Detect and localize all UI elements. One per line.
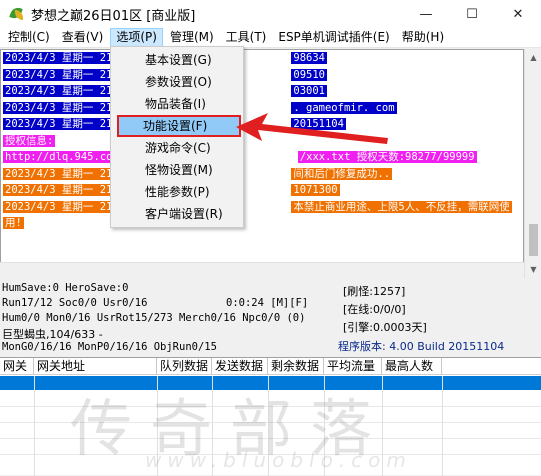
status-run: Run17/12 Soc0/0 Usr0/16 bbox=[2, 297, 148, 309]
menu-tools[interactable]: 工具(T) bbox=[221, 28, 272, 47]
log-line: 2023/4/3 星期一 21 09510 bbox=[1, 67, 523, 84]
table-header: 网关 网关地址 队列数据 发送数据 剩余数据 平均流量 最高人数 bbox=[0, 358, 541, 375]
log-line: 2023/4/3 星期一 21 1071300 bbox=[1, 182, 523, 199]
column-header[interactable]: 最高人数 bbox=[382, 358, 442, 375]
column-divider bbox=[157, 376, 158, 476]
scroll-thumb[interactable] bbox=[529, 224, 538, 256]
menu-item-parameter-settings[interactable]: 参数设置(O) bbox=[111, 71, 243, 93]
menu-view[interactable]: 查看(V) bbox=[57, 28, 109, 47]
column-divider bbox=[324, 376, 325, 476]
status-timer: 0:0:24 [M][F] bbox=[226, 297, 309, 309]
status-hum-save: HumSave:0 HeroSave:0 bbox=[2, 282, 129, 294]
log-line: 2023/4/3 星期一 21 98634 bbox=[1, 50, 523, 67]
menu-control[interactable]: 控制(C) bbox=[3, 28, 55, 47]
log-line-text: 2023/4/3 星期一 21 bbox=[3, 200, 115, 213]
status-monster: 巨型蝎虫,104/633 - bbox=[2, 328, 103, 341]
column-header[interactable]: 网关 bbox=[0, 358, 34, 375]
table-row-selected[interactable] bbox=[0, 376, 541, 390]
column-divider bbox=[442, 376, 443, 476]
menu-item-function-settings[interactable]: 功能设置(F) bbox=[117, 115, 241, 137]
log-line-text: http://dlq.945.com bbox=[3, 151, 121, 163]
menu-options[interactable]: 选项(P) bbox=[110, 28, 163, 47]
log-line-tail: . gameofmir. com bbox=[291, 101, 397, 114]
log-line-tail: 03001 bbox=[291, 85, 327, 97]
column-header[interactable]: 平均流量 bbox=[324, 358, 382, 375]
log-line: 2023/4/3 星期一 21 . gameofmir. com bbox=[1, 100, 523, 117]
column-header[interactable]: 剩余数据 bbox=[268, 358, 324, 375]
column-divider bbox=[382, 376, 383, 476]
log-vertical-scrollbar[interactable]: ▲ ▼ bbox=[524, 49, 541, 278]
status-engine: [引擎:0.0003天] bbox=[343, 321, 427, 334]
log-line-tail: 间和后门修复成功.. bbox=[291, 167, 393, 180]
log-horizontal-scrollbar[interactable] bbox=[0, 262, 524, 278]
log-line-text: 2023/4/3 星期一 21 bbox=[3, 167, 115, 180]
maximize-button[interactable]: ☐ bbox=[449, 0, 495, 28]
menu-item-client-settings[interactable]: 客户端设置(R) bbox=[111, 203, 243, 225]
log-line-tail: 1071300 bbox=[291, 184, 340, 196]
log-line-text: 2023/4/3 星期一 21 bbox=[3, 184, 115, 196]
menu-manage[interactable]: 管理(M) bbox=[165, 28, 219, 47]
log-line-text: 授权信息: bbox=[3, 134, 56, 147]
log-line-text: 用! bbox=[3, 217, 24, 229]
log-line-tail: /xxx.txt 授权天数:98277/99999 bbox=[297, 151, 477, 163]
log-line: 授权信息: bbox=[1, 133, 523, 150]
log-line-text: 2023/4/3 星期一 21 bbox=[3, 68, 115, 81]
menu-help[interactable]: 帮助(H) bbox=[397, 28, 449, 47]
column-header[interactable]: 队列数据 bbox=[157, 358, 212, 375]
log-line: 2023/4/3 星期一 21 03001 bbox=[1, 83, 523, 100]
log-line: 2023/4/3 星期一 21 间和后门修复成功.. bbox=[1, 166, 523, 183]
menu-item-game-commands[interactable]: 游戏命令(C) bbox=[111, 137, 243, 159]
options-dropdown-menu: 基本设置(G) 参数设置(O) 物品装备(I) 功能设置(F) 游戏命令(C) … bbox=[110, 46, 244, 228]
column-divider bbox=[212, 376, 213, 476]
menu-esp-plugin[interactable]: ESP单机调试插件(E) bbox=[273, 28, 394, 47]
status-online: [在线:0/0/0] bbox=[343, 303, 406, 316]
status-panel: HumSave:0 HeroSave:0 Run17/12 Soc0/0 Usr… bbox=[0, 280, 541, 356]
log-line: 2023/4/3 星期一 21 本禁止商业用途、上限5人、不反挂，需联网使 bbox=[1, 199, 523, 216]
log-line-text: 2023/4/3 星期一 21 bbox=[3, 118, 115, 130]
menu-item-basic-settings[interactable]: 基本设置(G) bbox=[111, 49, 243, 71]
window-title: 梦想之巅26日01区 [商业版] bbox=[31, 8, 196, 24]
column-divider bbox=[34, 376, 35, 476]
log-line-tail: 本禁止商业用途、上限5人、不反挂，需联网使 bbox=[291, 200, 512, 213]
column-divider bbox=[268, 376, 269, 476]
row-divider bbox=[0, 422, 541, 423]
title-bar[interactable]: 梦想之巅26日01区 [商业版] — ☐ ✕ bbox=[0, 0, 541, 28]
server-log[interactable]: 2023/4/3 星期一 21 98634 2023/4/3 星期一 21 095… bbox=[0, 49, 524, 278]
log-line-tail: 98634 bbox=[291, 52, 327, 64]
status-mon-gen: MonG0/16/16 MonP0/16/16 ObjRun0/15 bbox=[2, 341, 217, 353]
log-line-text: 2023/4/3 星期一 21 bbox=[3, 101, 115, 114]
menu-item-item-equipment[interactable]: 物品装备(I) bbox=[111, 93, 243, 115]
status-refresh: [刷怪:1257] bbox=[343, 285, 406, 298]
status-version: 程序版本: 4.00 Build 20151104 bbox=[338, 340, 505, 353]
log-line: 2023/4/3 星期一 21 20151104 bbox=[1, 116, 523, 133]
column-header[interactable]: 发送数据 bbox=[212, 358, 268, 375]
gateway-table[interactable]: 网关 网关地址 队列数据 发送数据 剩余数据 平均流量 最高人数 bbox=[0, 357, 541, 476]
close-button[interactable]: ✕ bbox=[495, 0, 541, 28]
log-line-tail: 09510 bbox=[291, 68, 327, 81]
log-line-text: 2023/4/3 星期一 21 bbox=[3, 85, 115, 97]
scroll-down-icon[interactable]: ▼ bbox=[525, 261, 541, 278]
menu-bar: 控制(C) 查看(V) 选项(P) 管理(M) 工具(T) ESP单机调试插件(… bbox=[0, 28, 541, 48]
scroll-up-icon[interactable]: ▲ bbox=[525, 49, 541, 66]
row-divider bbox=[0, 454, 541, 455]
app-icon bbox=[9, 5, 25, 22]
menu-item-monster-settings[interactable]: 怪物设置(M) bbox=[111, 159, 243, 181]
minimize-button[interactable]: — bbox=[403, 0, 449, 28]
column-header[interactable]: 网关地址 bbox=[34, 358, 157, 375]
row-divider bbox=[0, 406, 541, 407]
log-line: 用! bbox=[1, 215, 523, 232]
row-divider bbox=[0, 438, 541, 439]
log-line-text: 2023/4/3 星期一 21 bbox=[3, 52, 115, 64]
log-line-tail: 20151104 bbox=[291, 118, 346, 130]
log-line: http://dlq.945.com /xxx.txt 授权天数:98277/9… bbox=[1, 149, 523, 166]
menu-item-performance-parameters[interactable]: 性能参数(P) bbox=[111, 181, 243, 203]
status-hum: Hum0/0 Mon0/16 UsrRot15/273 Merch0/16 Np… bbox=[2, 312, 306, 324]
